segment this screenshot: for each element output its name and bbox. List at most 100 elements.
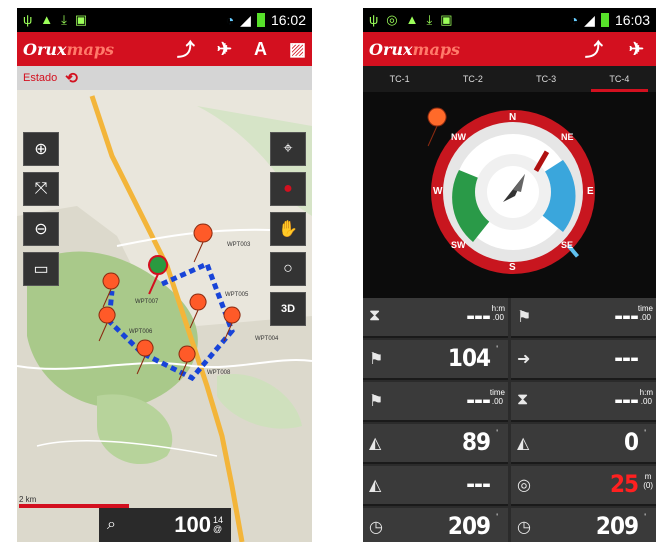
image-icon: ▣ <box>74 12 88 27</box>
waypoint-label: WPT006 <box>129 329 153 335</box>
data-grid: ⧗ --- h:m .00 ⚑ --- time .00 ⚑ 104 ' ➜ ---… <box>363 298 656 542</box>
map-layer-icon[interactable]: ▨ <box>289 39 306 60</box>
zoom-out-button[interactable]: ⊖ <box>23 212 59 246</box>
app-bar: Oruxmaps ⤴ ✈ <box>363 32 656 66</box>
altitude-icon: ◭ <box>517 435 530 452</box>
compass-label-nw: NW <box>451 132 466 142</box>
android-icon: ▲ <box>40 12 54 27</box>
route-icon[interactable]: ⤴ <box>585 36 603 62</box>
search-icon: ⌕ <box>107 516 116 533</box>
scale-label: 2 km <box>19 495 37 504</box>
data-cell[interactable]: ◭ 0 ' <box>511 424 656 464</box>
record-icon: ● <box>283 180 293 197</box>
usb-icon: ψ <box>23 12 33 27</box>
map-canvas <box>17 95 312 542</box>
clock-icon: ◷ <box>369 519 383 536</box>
hourglass-icon: ⧗ <box>369 307 381 324</box>
satellite-icon: ◎ <box>517 477 531 494</box>
waypoint-label: WPT004 <box>255 336 279 342</box>
waypoint-label: WPT005 <box>225 292 249 298</box>
altitude-icon: ◭ <box>369 477 382 494</box>
ruler-icon: ▭ <box>33 261 49 278</box>
flag-icon: ⚑ <box>369 393 384 410</box>
circle-icon: ○ <box>283 260 293 277</box>
compass-label-n: N <box>509 112 517 123</box>
search-sup-bottom: @ <box>212 524 223 534</box>
waypoint-label: WPT008 <box>207 370 231 376</box>
app-logo: Oruxmaps <box>23 39 115 59</box>
status-bar: ψ ◎ ▲ ⤓ ▣ ◔ ◢ 16:03 <box>363 8 656 32</box>
notification-icons: ψ ◎ ▲ ⤓ ▣ <box>369 12 453 28</box>
route-icon[interactable]: ⤴ <box>177 36 195 62</box>
zoom-in-button[interactable]: ⊕ <box>23 132 59 166</box>
tab-tc2[interactable]: TC-2 <box>436 66 509 92</box>
data-cell[interactable]: ⚑ --- time .00 <box>363 382 508 422</box>
hand-icon: ✋ <box>278 221 298 238</box>
wifi-icon: ◔ <box>569 12 579 28</box>
arrow-right-icon: ➜ <box>517 351 531 368</box>
data-cell[interactable]: ◭ 89 ' <box>363 424 508 464</box>
map-view[interactable]: WPT003 WPT007 WPT006 WPT005 WPT004 WPT00… <box>17 66 312 542</box>
image-icon: ▣ <box>440 12 453 27</box>
fit-screen-button[interactable]: ⤧ <box>23 172 59 206</box>
waypoint-label: WPT007 <box>135 299 159 305</box>
compass-label-w: W <box>433 186 443 197</box>
data-cell[interactable]: ◷ 209 ' <box>363 508 508 542</box>
compass-label-e: E <box>587 186 594 197</box>
data-cell[interactable]: ⧗ --- h:m .00 <box>363 298 508 338</box>
tab-tc3[interactable]: TC-3 <box>510 66 583 92</box>
flag-icon: ⚑ <box>517 309 532 326</box>
android-icon: ▲ <box>405 12 419 27</box>
compass-label-s: S <box>509 262 516 273</box>
flag-icon: ⚑ <box>369 351 384 368</box>
record-toggle-icon[interactable]: ⟲ <box>65 69 78 87</box>
data-cell[interactable]: ◎ 25 m (0) <box>511 466 656 506</box>
tab-tc1[interactable]: TC-1 <box>363 66 436 92</box>
record-button[interactable]: ● <box>270 172 306 206</box>
data-cell[interactable]: ⧗ --- h:m .00 <box>511 382 656 422</box>
data-cell[interactable]: ⚑ 104 ' <box>363 340 508 380</box>
usb-icon: ψ <box>369 12 379 27</box>
estado-bar[interactable]: Estado ⟲ <box>17 66 312 90</box>
pin-icon[interactable]: ✈ <box>217 39 232 60</box>
hourglass-icon: ⧗ <box>517 391 529 408</box>
data-cell[interactable]: ➜ --- <box>511 340 656 380</box>
data-cell[interactable]: ⚑ --- time .00 <box>511 298 656 338</box>
battery-icon <box>256 13 265 27</box>
tab-bar: TC-1 TC-2 TC-3 TC-4 <box>363 66 656 92</box>
zoom-out-icon: ⊖ <box>34 221 48 238</box>
locate-button[interactable]: ⌖ <box>270 132 306 166</box>
app-bar: Oruxmaps ⤴ ✈ A ▨ <box>17 32 312 66</box>
compass-label-sw: SW <box>451 240 466 250</box>
download-icon: ⤓ <box>61 12 67 27</box>
clock-time: 16:02 <box>270 12 306 28</box>
search-value: 100 <box>174 512 211 537</box>
map-phone-screen: ψ ▲ ⤓ ▣ ◔ ◢ 16:02 Oruxmaps ⤴ ✈ A ▨ WPT00… <box>17 8 312 542</box>
ruler-button[interactable]: ▭ <box>23 252 59 286</box>
wifi-icon: ◔ <box>225 12 235 28</box>
search-bar[interactable]: ⌕ 100 14 @ <box>99 508 231 542</box>
compass-phone-screen: ψ ◎ ▲ ⤓ ▣ ◔ ◢ 16:03 Oruxmaps ⤴ ✈ TC-1 TC… <box>363 8 656 542</box>
zoom-in-icon: ⊕ <box>34 141 48 158</box>
signal-icon: ◢ <box>240 11 251 28</box>
pan-button[interactable]: ✋ <box>270 212 306 246</box>
battery-icon <box>600 13 609 27</box>
3d-button[interactable]: 3D <box>270 292 306 326</box>
gps-icon: ◎ <box>386 12 398 27</box>
notification-icons: ψ ▲ ⤓ ▣ <box>23 12 87 28</box>
data-cell[interactable]: ◭ --- <box>363 466 508 506</box>
estado-label: Estado <box>23 72 58 84</box>
signal-icon: ◢ <box>584 11 595 28</box>
road-icon[interactable]: A <box>254 39 267 60</box>
tab-tc4[interactable]: TC-4 <box>583 66 656 92</box>
collapse-icon: ⤧ <box>34 180 48 197</box>
data-cell[interactable]: ◷ 209 ' <box>511 508 656 542</box>
compass-label-ne: NE <box>561 132 574 142</box>
download-icon: ⤓ <box>426 12 433 27</box>
status-bar: ψ ▲ ⤓ ▣ ◔ ◢ 16:02 <box>17 8 312 32</box>
3d-icon: 3D <box>280 303 296 315</box>
pin-icon[interactable]: ✈ <box>629 39 644 60</box>
circle-button[interactable]: ○ <box>270 252 306 286</box>
app-logo: Oruxmaps <box>369 39 461 59</box>
clock-icon: ◷ <box>517 519 531 536</box>
